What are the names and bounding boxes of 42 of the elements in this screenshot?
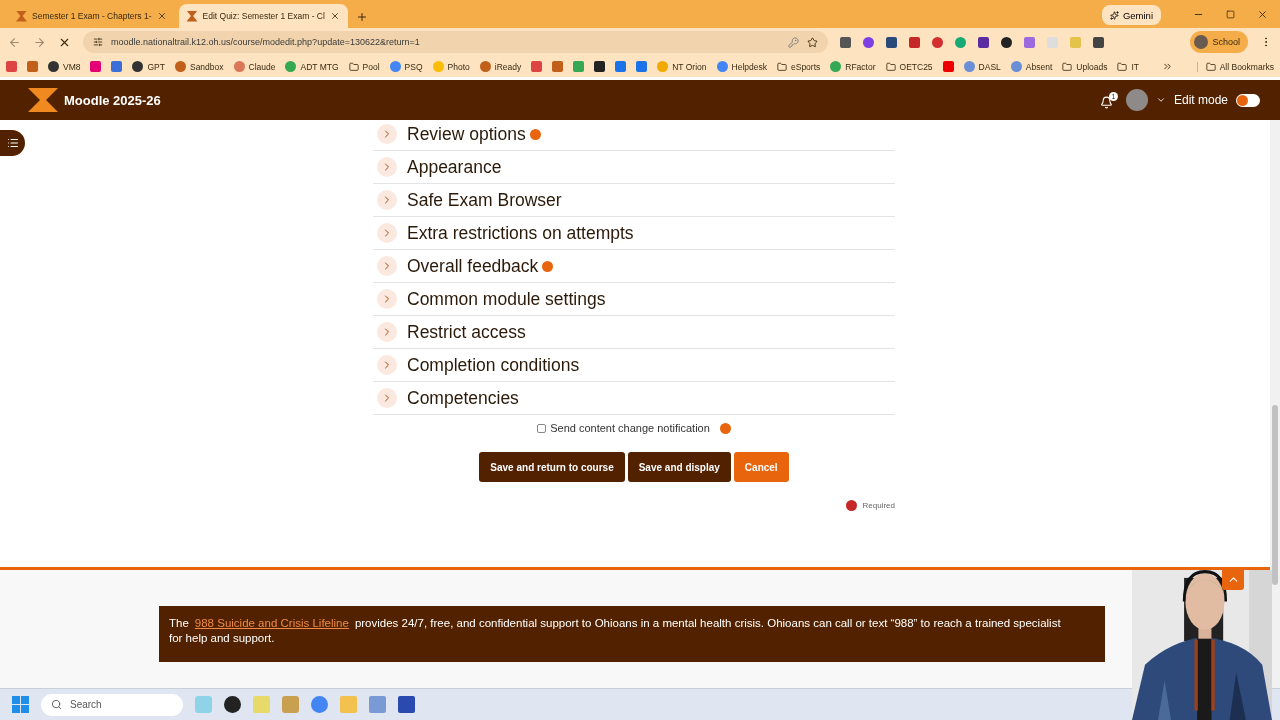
taskbar-search-field[interactable]: Search: [41, 693, 183, 716]
settings-section-header[interactable]: Restrict access: [373, 316, 895, 349]
lifeline-link[interactable]: 988 Suicide and Crisis Lifeline: [194, 617, 349, 629]
settings-section-header[interactable]: Extra restrictions on attempts: [373, 217, 895, 250]
bookmark-folder[interactable]: eSports: [777, 61, 821, 72]
bookmark-link[interactable]: Absent: [1010, 61, 1053, 72]
bookmark-folder[interactable]: Pool: [348, 61, 380, 72]
required-label: Required: [862, 501, 895, 510]
profile-button[interactable]: School: [1190, 31, 1248, 53]
settings-section-header[interactable]: Completion conditions: [373, 349, 895, 382]
bookmark-link[interactable]: GPT: [132, 61, 165, 72]
save-button[interactable]: Save and display: [627, 452, 731, 482]
bookmark-folder[interactable]: OETC25: [885, 61, 933, 72]
bookmark-folder[interactable]: Uploads: [1062, 61, 1108, 72]
bookmark-link[interactable]: DASL: [963, 61, 1001, 72]
checkbox-label: Send content change notification: [550, 422, 710, 434]
edit-mode-label: Edit mode: [1173, 93, 1228, 107]
bookmark-link[interactable]: ADT MTG: [285, 61, 339, 72]
site-title[interactable]: Moodle 2025-26: [64, 92, 161, 108]
crisis-lifeline-notice: The 988 Suicide and Crisis Lifeline provides 24/7, free, and confidential support to Ohioans in a mental health crisis. Ohioans can call or text “988” to reach a trained specialist for help and support.: [159, 606, 1105, 662]
bookmark-link[interactable]: PSQ: [389, 61, 423, 72]
bookmark-link[interactable]: Sandbox: [174, 61, 224, 72]
browser-tab[interactable]: Edit Quiz: Semester 1 Exam - Cl: [178, 4, 348, 28]
bookmark-link[interactable]: RFactor: [830, 61, 876, 72]
settings-section-header[interactable]: Safe Exam Browser: [373, 184, 895, 217]
browser-tab[interactable]: Semester 1 Exam - Chapters 1-: [8, 4, 175, 28]
save-button[interactable]: Save and return to course: [479, 452, 625, 482]
bookmark-link[interactable]: Helpdesk: [716, 61, 767, 72]
settings-section-header[interactable]: Common module settings: [373, 283, 895, 316]
address-bar[interactable]: moodle.nationaltrail.k12.oh.us/course/modedit.php?update=130622&return=1: [83, 31, 828, 53]
settings-section-header[interactable]: Review options: [373, 120, 895, 151]
bookmark-link[interactable]: iReady: [479, 61, 522, 72]
bookmark-link[interactable]: Photo: [432, 61, 470, 72]
bookmark-folder[interactable]: IT: [1117, 61, 1140, 72]
settings-section-header[interactable]: Competencies: [373, 382, 895, 415]
bookmark-link[interactable]: VM8: [48, 61, 81, 72]
gemini-button[interactable]: Gemini: [1101, 5, 1161, 25]
settings-section-header[interactable]: Overall feedback: [373, 250, 895, 283]
bookmark-link[interactable]: Claude: [233, 61, 276, 72]
settings-section-header[interactable]: Appearance: [373, 151, 895, 184]
bookmark-link[interactable]: NT Orion: [657, 61, 707, 72]
all-bookmarks-folder[interactable]: All Bookmarks: [1196, 61, 1274, 72]
